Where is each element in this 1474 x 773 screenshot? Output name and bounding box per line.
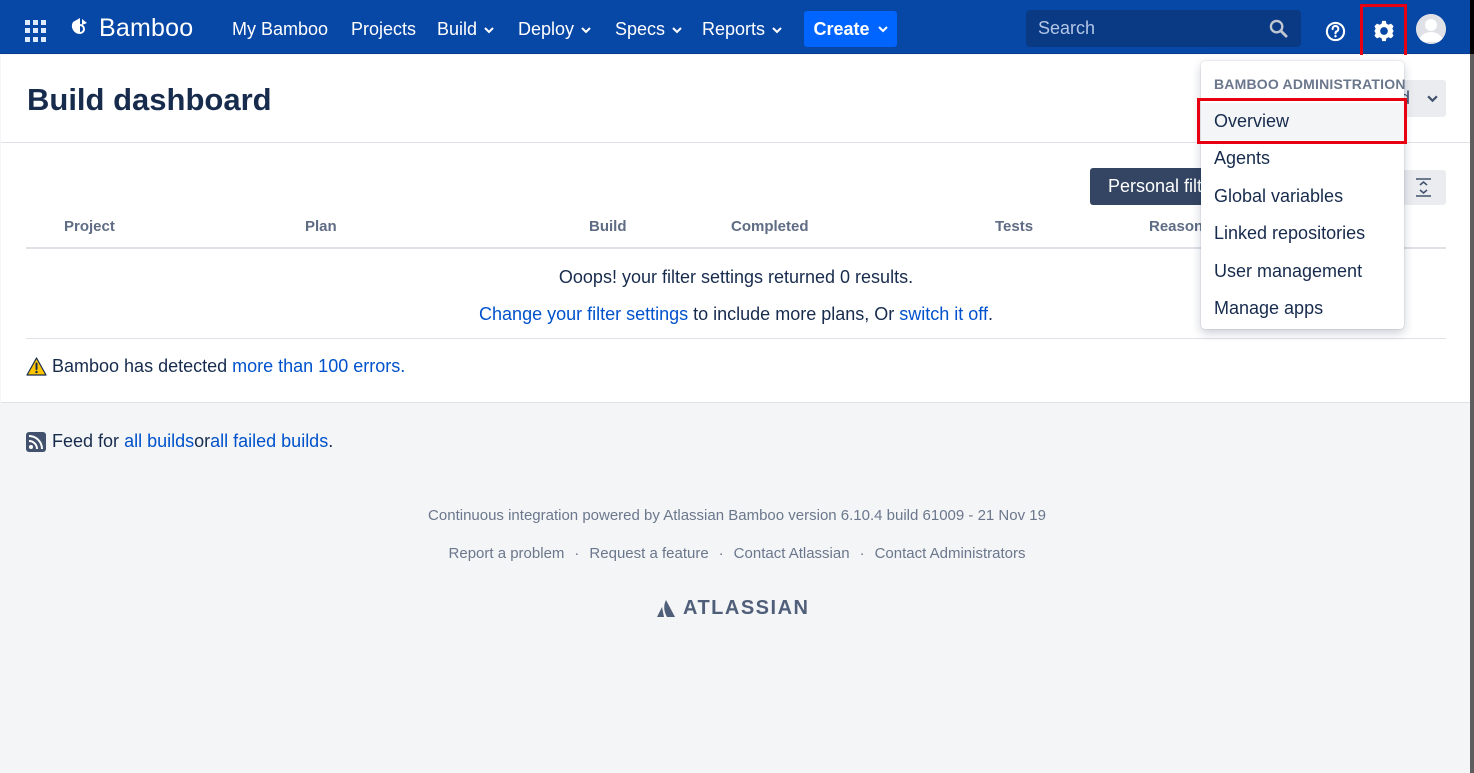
chevron-down-icon — [772, 26, 782, 33]
user-avatar[interactable] — [1416, 14, 1446, 44]
nav-item-my-bamboo[interactable]: My Bamboo — [232, 19, 328, 40]
footer-links: Report a problem · Request a feature · Conta… — [448, 545, 1026, 562]
chevron-down-icon — [1427, 95, 1438, 103]
search-input[interactable] — [1026, 10, 1266, 47]
gear-icon — [1373, 20, 1394, 42]
administration-gear-button[interactable] — [1360, 4, 1407, 58]
administration-dropdown-menu: BAMBOO ADMINISTRATION Overview Agents Gl… — [1201, 61, 1406, 329]
nav-item-build[interactable]: Build — [437, 19, 494, 40]
window-edge — [1470, 0, 1474, 773]
avatar-icon — [1416, 14, 1446, 44]
chevron-down-icon — [484, 26, 494, 33]
chevron-down-icon — [581, 26, 591, 33]
chevron-down-icon — [877, 26, 888, 33]
bamboo-logo[interactable]: Bamboo — [68, 14, 193, 42]
failed-builds-feed-link[interactable]: all failed builds — [210, 431, 328, 452]
errors-link[interactable]: more than 100 errors. — [232, 356, 405, 377]
menu-item-user-management[interactable]: User management — [1201, 253, 1404, 290]
column-header-project[interactable]: Project — [64, 218, 115, 235]
search-box[interactable] — [1026, 10, 1301, 47]
expand-collapse-button[interactable] — [1401, 170, 1446, 205]
change-filter-settings-link[interactable]: Change your filter settings — [479, 304, 688, 324]
warning-icon — [26, 357, 47, 376]
nav-item-projects[interactable]: Projects — [351, 19, 416, 40]
feed-line: Feed for all builds or all failed builds… — [26, 431, 333, 452]
personal-filter-button[interactable]: Personal filter — [1090, 168, 1210, 205]
divider — [26, 338, 1446, 339]
menu-item-overview[interactable]: Overview — [1201, 103, 1404, 140]
column-header-reason[interactable]: Reason — [1149, 218, 1203, 235]
nav-item-deploy[interactable]: Deploy — [518, 19, 591, 40]
logo-text: Bamboo — [99, 13, 194, 42]
app-switcher-icon[interactable] — [25, 20, 47, 42]
bamboo-logo-icon — [71, 18, 87, 35]
rss-feed-icon — [26, 431, 46, 452]
chevron-down-icon — [672, 26, 682, 33]
column-header-completed[interactable]: Completed — [731, 218, 809, 235]
menu-item-manage-apps[interactable]: Manage apps — [1201, 290, 1404, 327]
menu-item-agents[interactable]: Agents — [1201, 140, 1404, 177]
help-icon[interactable] — [1325, 21, 1346, 42]
dropdown-heading: BAMBOO ADMINISTRATION — [1214, 76, 1406, 92]
atlassian-logo-icon — [657, 600, 675, 617]
column-header-tests[interactable]: Tests — [995, 218, 1033, 235]
page-title: Build dashboard — [27, 82, 272, 117]
all-builds-feed-link[interactable]: all builds — [124, 431, 194, 452]
menu-item-global-variables[interactable]: Global variables — [1201, 178, 1404, 215]
nav-item-reports[interactable]: Reports — [702, 19, 782, 40]
contact-administrators-link[interactable]: Contact Administrators — [875, 545, 1026, 562]
column-header-build[interactable]: Build — [589, 218, 627, 235]
error-notice: Bamboo has detected more than 100 errors… — [26, 356, 405, 377]
column-header-plan[interactable]: Plan — [305, 218, 337, 235]
search-icon[interactable] — [1269, 19, 1288, 38]
atlassian-logo[interactable]: ATLASSIAN — [656, 597, 809, 620]
menu-item-linked-repositories[interactable]: Linked repositories — [1201, 215, 1404, 252]
top-navigation-bar: Bamboo My Bamboo Projects Build Deploy S… — [0, 0, 1474, 58]
contact-atlassian-link[interactable]: Contact Atlassian — [734, 545, 850, 562]
window-edge-top — [1470, 0, 1474, 54]
switch-filter-off-link[interactable]: switch it off — [899, 304, 988, 324]
report-problem-link[interactable]: Report a problem — [449, 545, 565, 562]
create-button[interactable]: Create — [804, 11, 897, 47]
expand-collapse-icon — [1416, 178, 1431, 197]
request-feature-link[interactable]: Request a feature — [589, 545, 708, 562]
footer-powered-by: Continuous integration powered by Atlass… — [428, 507, 1046, 524]
nav-item-specs[interactable]: Specs — [615, 19, 682, 40]
